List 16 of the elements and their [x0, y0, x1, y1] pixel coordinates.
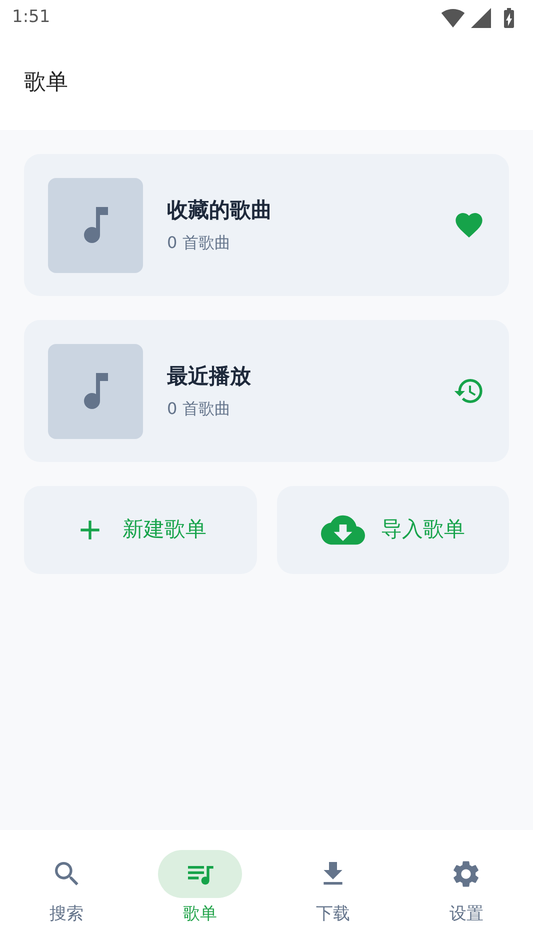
- nav-tab[interactable]: 下载: [266, 850, 400, 928]
- status-time: 1:51: [12, 6, 50, 30]
- nav-tab[interactable]: 设置: [400, 850, 533, 928]
- playlist-title: 收藏的歌曲: [167, 197, 273, 224]
- song-count: 0 首歌曲: [167, 398, 232, 420]
- import-playlist-button[interactable]: 导入歌单: [276, 486, 509, 574]
- wifi-icon: [441, 6, 465, 30]
- playlist-card[interactable]: 最近播放 0 首歌曲: [24, 320, 509, 462]
- playlist-card[interactable]: 收藏的歌曲 0 首歌曲: [24, 154, 509, 296]
- new-playlist-button[interactable]: 新建歌单: [24, 486, 256, 574]
- nav-tab[interactable]: 搜索: [0, 850, 134, 928]
- song-count: 0 首歌曲: [167, 232, 232, 254]
- playlist-title: 最近播放: [167, 363, 252, 390]
- nav-tab[interactable]: 歌单: [133, 850, 266, 928]
- signal-icon: [469, 6, 493, 30]
- page-title: 歌单: [24, 70, 68, 95]
